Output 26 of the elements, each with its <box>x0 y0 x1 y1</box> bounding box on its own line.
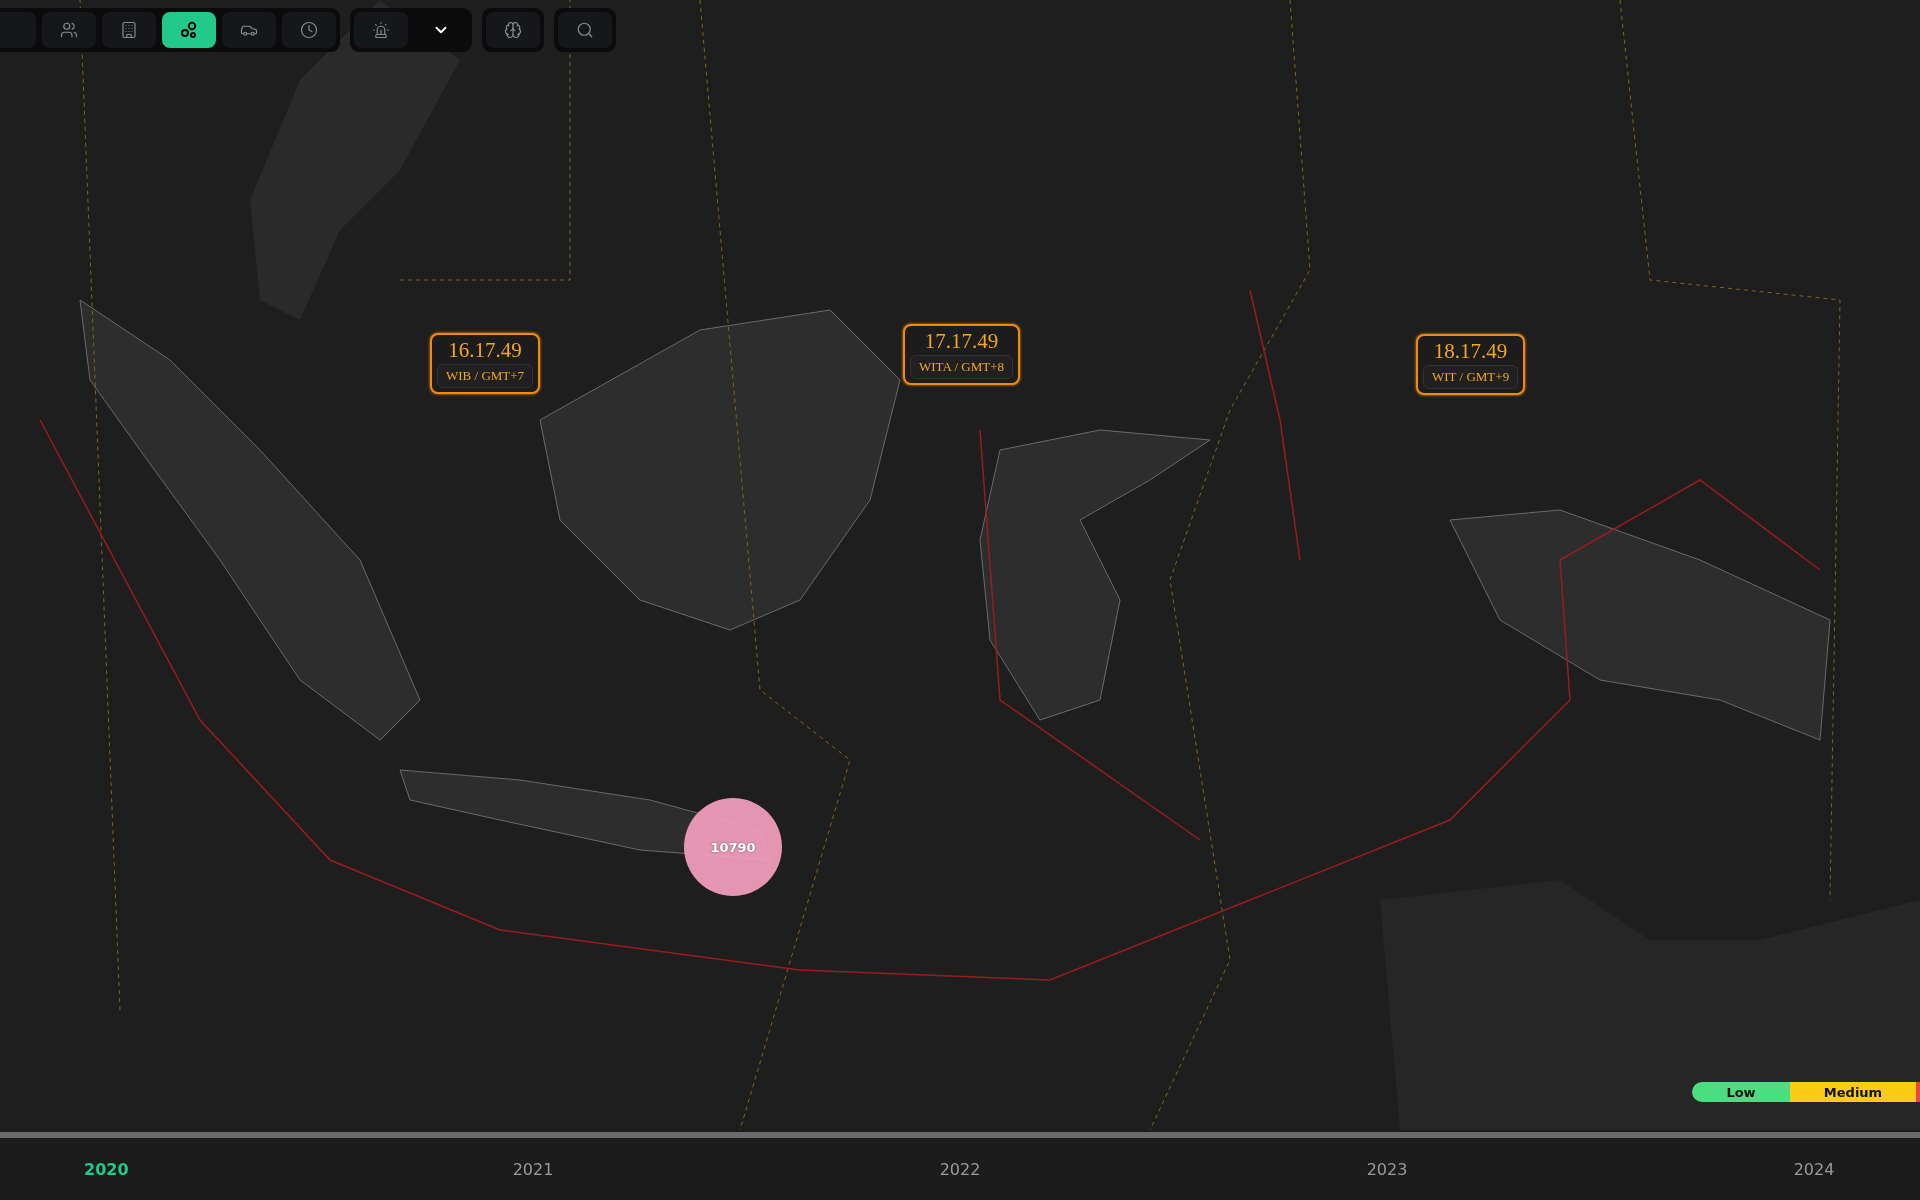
building-icon <box>120 21 138 39</box>
legend-item: Low <box>1692 1082 1790 1102</box>
search-icon <box>576 21 594 39</box>
users-icon <box>60 21 78 39</box>
legend-item: Medium <box>1790 1082 1916 1102</box>
siren-icon <box>372 21 390 39</box>
time-zone-time: 17.17.49 <box>924 329 999 353</box>
brain-icon <box>504 21 522 39</box>
timeline-year[interactable]: 2021 <box>511 1159 555 1179</box>
timeline-track[interactable] <box>0 1132 1920 1138</box>
cluster-count: 10790 <box>710 839 756 855</box>
time-zone-label: WIB / GMT+7 <box>437 364 534 388</box>
toolbar-button[interactable] <box>162 12 216 48</box>
clock-icon <box>300 21 318 39</box>
time-zone-time: 16.17.49 <box>448 338 522 362</box>
timeline-year[interactable]: 2024 <box>1792 1159 1836 1179</box>
toolbar-button[interactable] <box>222 12 276 48</box>
toolbar-button[interactable] <box>354 12 408 48</box>
timeline-year[interactable]: 2020 <box>84 1159 128 1179</box>
timeline-year[interactable]: 2022 <box>938 1159 982 1179</box>
time-zone-label: WIT / GMT+9 <box>1423 365 1519 389</box>
time-zone-time: 18.17.49 <box>1433 339 1508 363</box>
toolbar-button[interactable] <box>486 12 540 48</box>
time-zone-label: WITA / GMT+8 <box>910 355 1013 379</box>
timeline-year[interactable]: 2023 <box>1365 1159 1409 1179</box>
bubbles-icon <box>180 21 198 39</box>
